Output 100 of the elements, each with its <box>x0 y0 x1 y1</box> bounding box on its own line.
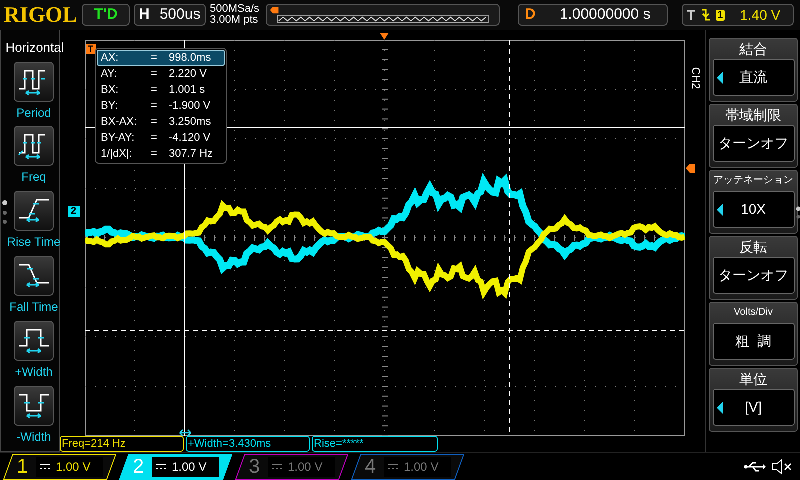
dc-coupling-icon <box>272 464 282 470</box>
readout-equals: = <box>151 115 158 129</box>
readout-value: 2.220 V <box>169 67 207 81</box>
readout-value: 3.250ms <box>169 115 212 129</box>
cursor-line[interactable] <box>85 330 685 332</box>
channel-marker: 2 <box>68 206 80 217</box>
readout-name: BX: <box>101 83 120 97</box>
measure-button[interactable] <box>14 191 54 232</box>
channel-tab[interactable]: 3 1.00 V <box>235 454 349 480</box>
readout-value: -1.900 V <box>169 99 211 113</box>
brand-logo: RIGOL <box>4 4 78 26</box>
menu-title: 帯域制限 <box>726 106 782 125</box>
menu-title: アッテネーション <box>714 174 794 188</box>
readout-value: 998.0ms <box>169 51 212 65</box>
readout-row[interactable]: BY-AY: = -4.120 V <box>97 130 225 146</box>
trigger-marker: T <box>86 44 96 54</box>
page-indicator-icon <box>2 200 8 226</box>
menu-title: Volts/Div <box>734 306 773 320</box>
trigger-panel[interactable]: T 1 1.40 V <box>682 4 794 26</box>
readout-name: BY-AY: <box>101 131 136 145</box>
readout-equals: = <box>151 83 158 97</box>
readout-equals: = <box>151 67 158 81</box>
readout-name: BX-AX: <box>101 115 138 129</box>
measure-label: Freq <box>22 169 46 186</box>
delay-panel[interactable]: D 1.00000000 s <box>518 4 668 26</box>
channel-tab[interactable]: 1 1.00 V <box>3 454 117 480</box>
speaker-muted-icon[interactable] <box>772 458 792 474</box>
channel-tab[interactable]: 4 1.00 V <box>351 454 465 480</box>
left-arrow-icon <box>716 72 722 84</box>
dc-coupling-icon <box>40 464 50 470</box>
menu-title: 結合 <box>740 40 768 59</box>
readout-row[interactable]: 1/|dX|: = 307.7 Hz <box>97 146 225 162</box>
memory-depth: 3.00M pts <box>210 15 260 26</box>
readout-name: AY: <box>101 67 118 81</box>
readout-name: AX: <box>101 51 120 65</box>
channel-scale: 1.00 V <box>172 458 207 476</box>
menu-value-button[interactable]: 直流 <box>712 59 794 96</box>
measure-label: +Width <box>15 364 53 382</box>
run-status[interactable]: T'D <box>82 4 130 26</box>
trigger-level-icon <box>686 164 695 173</box>
measurement-readout: Freq=214 Hz <box>60 436 184 452</box>
readout-row[interactable]: AY: = 2.220 V <box>97 66 225 82</box>
channel-scale: 1.00 V <box>288 458 323 476</box>
menu-title: 反転 <box>740 238 768 257</box>
dc-coupling-icon <box>156 464 166 470</box>
menu-value-button[interactable]: 粗 調 <box>712 323 794 360</box>
readout-equals: = <box>151 51 158 65</box>
readout-row[interactable]: AX: = 998.0ms <box>97 50 225 66</box>
measure-label: Period <box>16 104 52 122</box>
measurement-readout: Rise=***** <box>312 436 438 452</box>
trigger-source: 1 <box>716 10 726 20</box>
readout-value: 307.7 Hz <box>169 147 214 161</box>
timebase-value: 500us <box>160 4 201 25</box>
measure-label: Fall Time <box>10 299 58 316</box>
timebase-panel[interactable]: H 500us <box>134 4 206 26</box>
readout-row[interactable]: BX: = 1.001 s <box>97 82 225 98</box>
readout-row[interactable]: BY: = -1.900 V <box>97 98 225 114</box>
menu-value-button[interactable]: ターンオフ <box>712 125 794 162</box>
measure-label: -Width <box>16 429 52 446</box>
measurement-readout: +Width=3.430ms <box>186 436 310 452</box>
delay-value: 1.00000000 s <box>560 4 651 25</box>
sample-rate: 500MSa/s <box>210 4 261 15</box>
delay-label: D <box>524 4 537 25</box>
menu-value-button[interactable]: [V] <box>712 389 794 426</box>
channel-number: 2 <box>133 454 146 480</box>
measure-button[interactable] <box>14 62 54 102</box>
page-indicator-icon <box>796 206 800 220</box>
left-arrow-icon <box>716 204 722 216</box>
readout-row[interactable]: BX-AX: = 3.250ms <box>97 114 225 130</box>
measure-button[interactable] <box>14 386 54 426</box>
channel-number: 3 <box>249 454 262 480</box>
channel-label: CH2 <box>688 67 702 90</box>
measure-button[interactable] <box>14 256 54 296</box>
measure-button[interactable] <box>14 126 54 166</box>
readout-equals: = <box>151 131 158 145</box>
dc-coupling-icon <box>388 464 398 470</box>
readout-value: -4.120 V <box>169 131 211 145</box>
channel-number: 4 <box>365 454 378 480</box>
usb-icon <box>744 460 766 472</box>
readout-equals: = <box>151 147 158 161</box>
readout-name: 1/|dX|: <box>101 147 134 161</box>
menu-value-button[interactable]: 10X <box>712 191 794 228</box>
timebase-label: H <box>138 4 151 25</box>
readout-value: 1.001 s <box>169 83 206 97</box>
trigger-level: 1.40 V <box>740 6 781 24</box>
channel-scale: 1.00 V <box>404 458 439 476</box>
left-arrow-icon <box>716 402 722 414</box>
channel-scale: 1.00 V <box>56 458 91 476</box>
measure-button[interactable] <box>14 321 54 362</box>
measure-label: Rise Time <box>7 234 61 252</box>
readout-name: BY: <box>101 99 120 113</box>
falling-edge-icon <box>700 8 711 22</box>
menu-title: 単位 <box>740 370 768 389</box>
readout-equals: = <box>151 99 158 113</box>
trigger-label: T <box>687 6 696 24</box>
cursor-handle-icon[interactable] <box>179 429 192 437</box>
menu-value-button[interactable]: ターンオフ <box>712 257 794 294</box>
channel-tab[interactable]: 2 1.00 V <box>119 454 233 480</box>
channel-number: 1 <box>17 454 30 480</box>
sidebar-title: Horizontal <box>6 39 64 57</box>
